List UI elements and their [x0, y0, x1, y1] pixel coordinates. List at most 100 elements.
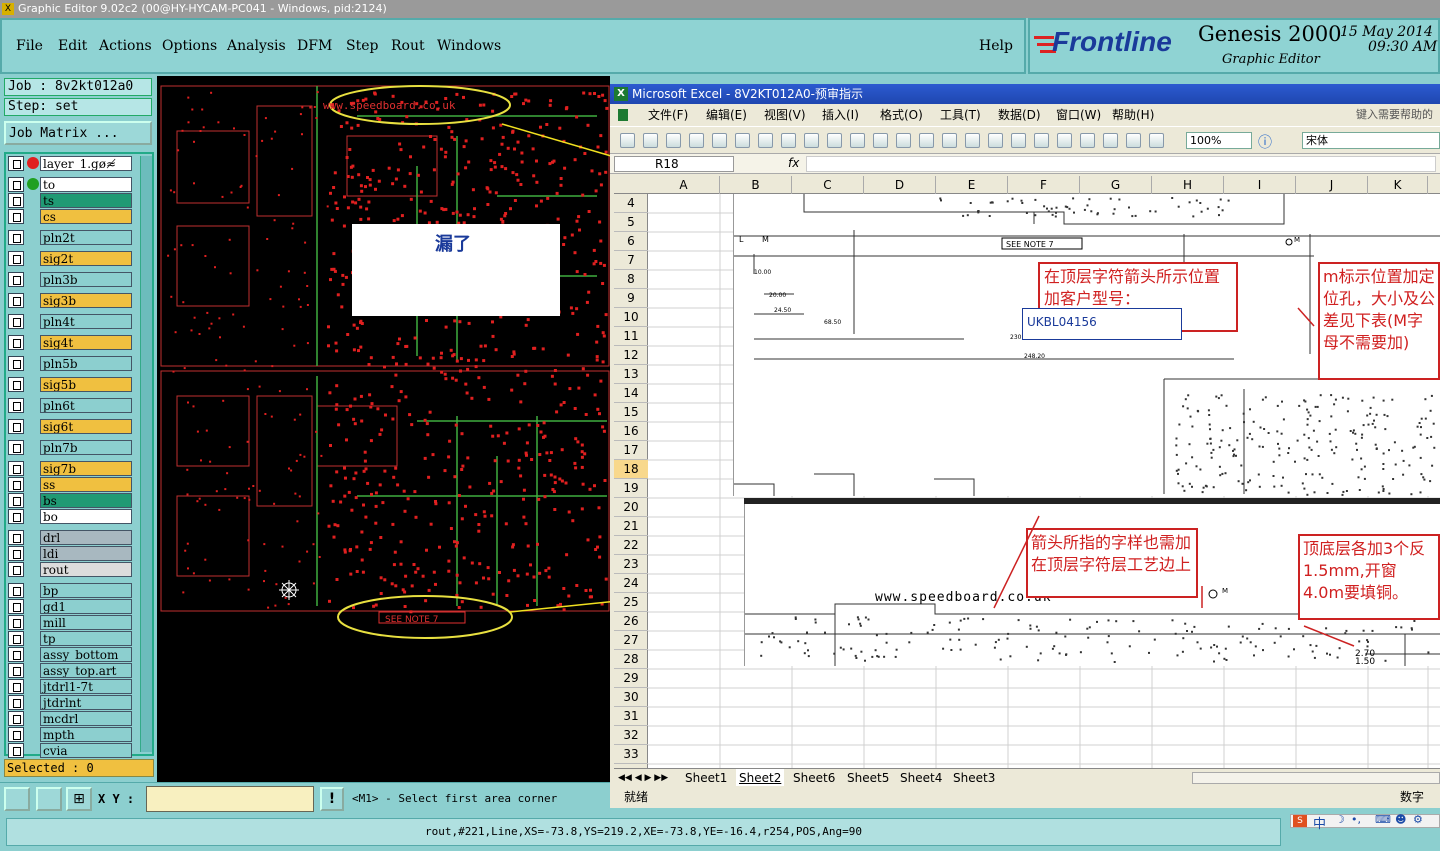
layer-checkbox[interactable]: [8, 631, 24, 646]
layer-row[interactable]: gd1: [8, 599, 132, 614]
layer-checkbox[interactable]: [8, 177, 24, 192]
layer-row[interactable]: pln3b: [8, 272, 132, 287]
layer-row[interactable]: ts: [8, 193, 132, 208]
graphic-canvas[interactable]: 漏了 www.speedboard.co.uk SEE NOTE 7: [157, 76, 610, 782]
row-header[interactable]: 29: [614, 669, 648, 688]
row-header[interactable]: 18: [614, 460, 648, 479]
keyboard-icon[interactable]: ⌨: [1375, 813, 1391, 826]
layer-row[interactable]: layer_1.gø≉: [8, 156, 132, 171]
layer-checkbox[interactable]: [8, 314, 24, 329]
row-header[interactable]: 25: [614, 593, 648, 612]
toolbar-button-icon[interactable]: [942, 133, 957, 148]
excel-menu-item[interactable]: 工具(T): [940, 104, 981, 126]
layer-checkbox[interactable]: [8, 583, 24, 598]
row-header[interactable]: 32: [614, 726, 648, 745]
layer-checkbox[interactable]: [8, 377, 24, 392]
layer-checkbox[interactable]: [8, 193, 24, 208]
layer-row[interactable]: sig2t: [8, 251, 132, 266]
layer-checkbox[interactable]: [8, 493, 24, 508]
column-header[interactable]: A: [648, 176, 720, 194]
layer-checkbox[interactable]: [8, 647, 24, 662]
menu-windows[interactable]: Windows: [437, 38, 501, 54]
name-box[interactable]: R18: [614, 156, 734, 172]
layer-checkbox[interactable]: [8, 272, 24, 287]
layer-checkbox[interactable]: [8, 335, 24, 350]
row-header[interactable]: 8: [614, 270, 648, 289]
toolbar-button-icon[interactable]: [643, 133, 658, 148]
layer-checkbox[interactable]: [8, 440, 24, 455]
excel-menu-item[interactable]: 帮助(H): [1112, 104, 1154, 126]
layer-row[interactable]: mcdrl: [8, 711, 132, 726]
layer-checkbox[interactable]: [8, 293, 24, 308]
row-header[interactable]: 24: [614, 574, 648, 593]
toolbar-button-icon[interactable]: [1080, 133, 1095, 148]
toolbar-button-icon[interactable]: [1126, 133, 1141, 148]
layer-row[interactable]: rout: [8, 562, 132, 577]
toolbar-button-icon[interactable]: [1034, 133, 1049, 148]
layer-checkbox[interactable]: [8, 711, 24, 726]
column-header[interactable]: C: [792, 176, 864, 194]
menu-edit[interactable]: Edit: [58, 38, 87, 54]
column-header[interactable]: F: [1008, 176, 1080, 194]
row-header[interactable]: 21: [614, 517, 648, 536]
toolbar-button-icon[interactable]: [666, 133, 681, 148]
menu-rout[interactable]: Rout: [391, 38, 425, 54]
layer-checkbox[interactable]: [8, 562, 24, 577]
layer-row[interactable]: pln6t: [8, 398, 132, 413]
layer-row[interactable]: cvia: [8, 743, 132, 758]
column-header[interactable]: I: [1224, 176, 1296, 194]
sheet-tab[interactable]: Sheet3: [950, 769, 998, 787]
layer-checkbox[interactable]: [8, 679, 24, 694]
font-select[interactable]: 宋体: [1302, 132, 1440, 149]
layer-row[interactable]: sig4t: [8, 335, 132, 350]
layer-checkbox[interactable]: [8, 615, 24, 630]
layer-row[interactable]: pln4t: [8, 314, 132, 329]
layer-checkbox[interactable]: [8, 251, 24, 266]
toolbar-button-icon[interactable]: [1149, 133, 1164, 148]
layer-row[interactable]: sig3b: [8, 293, 132, 308]
layer-row[interactable]: bp: [8, 583, 132, 598]
sheet-tab[interactable]: Sheet2: [736, 769, 785, 787]
toolbar-button-icon[interactable]: [988, 133, 1003, 148]
layer-checkbox[interactable]: [8, 530, 24, 545]
toolbar-button-icon[interactable]: [781, 133, 796, 148]
toolbar-button-icon[interactable]: [827, 133, 842, 148]
toolbar-button-icon[interactable]: [620, 133, 635, 148]
row-header[interactable]: 27: [614, 631, 648, 650]
layer-checkbox[interactable]: [8, 599, 24, 614]
menu-options[interactable]: Options: [162, 38, 217, 54]
layer-checkbox[interactable]: [8, 663, 24, 678]
tab-nav-arrows-icon[interactable]: ◀◀ ◀ ▶ ▶▶: [618, 769, 668, 787]
toolbar-button-icon[interactable]: [873, 133, 888, 148]
column-header[interactable]: G: [1080, 176, 1152, 194]
toolbar-button-icon[interactable]: [850, 133, 865, 148]
ime-lang[interactable]: 中: [1313, 813, 1326, 832]
menu-actions[interactable]: Actions: [99, 38, 152, 54]
toolbar-button-icon[interactable]: [712, 133, 727, 148]
row-header[interactable]: 5: [614, 213, 648, 232]
row-header[interactable]: 23: [614, 555, 648, 574]
row-header[interactable]: 15: [614, 403, 648, 422]
zoom-area-icon[interactable]: [4, 787, 30, 811]
row-header[interactable]: 30: [614, 688, 648, 707]
layer-row[interactable]: sig6t: [8, 419, 132, 434]
toolbar-button-icon[interactable]: [1011, 133, 1026, 148]
layer-row[interactable]: assy_bottom: [8, 647, 132, 662]
row-header[interactable]: 10: [614, 308, 648, 327]
sheet-tab[interactable]: Sheet5: [844, 769, 892, 787]
ime-logo-icon[interactable]: S: [1293, 815, 1307, 827]
layer-row[interactable]: tp: [8, 631, 132, 646]
measure-icon[interactable]: [36, 787, 62, 811]
excel-menu-item[interactable]: 窗口(W): [1056, 104, 1101, 126]
excel-menu-item[interactable]: 数据(D): [998, 104, 1041, 126]
row-header[interactable]: 13: [614, 365, 648, 384]
layer-row[interactable]: bs: [8, 493, 132, 508]
row-header[interactable]: 11: [614, 327, 648, 346]
layer-row[interactable]: to: [8, 177, 132, 192]
sheet-tab[interactable]: Sheet4: [897, 769, 945, 787]
row-header[interactable]: 12: [614, 346, 648, 365]
layer-checkbox[interactable]: [8, 398, 24, 413]
horizontal-scrollbar[interactable]: [1192, 772, 1440, 784]
layer-row[interactable]: ss: [8, 477, 132, 492]
layer-row[interactable]: mpth: [8, 727, 132, 742]
